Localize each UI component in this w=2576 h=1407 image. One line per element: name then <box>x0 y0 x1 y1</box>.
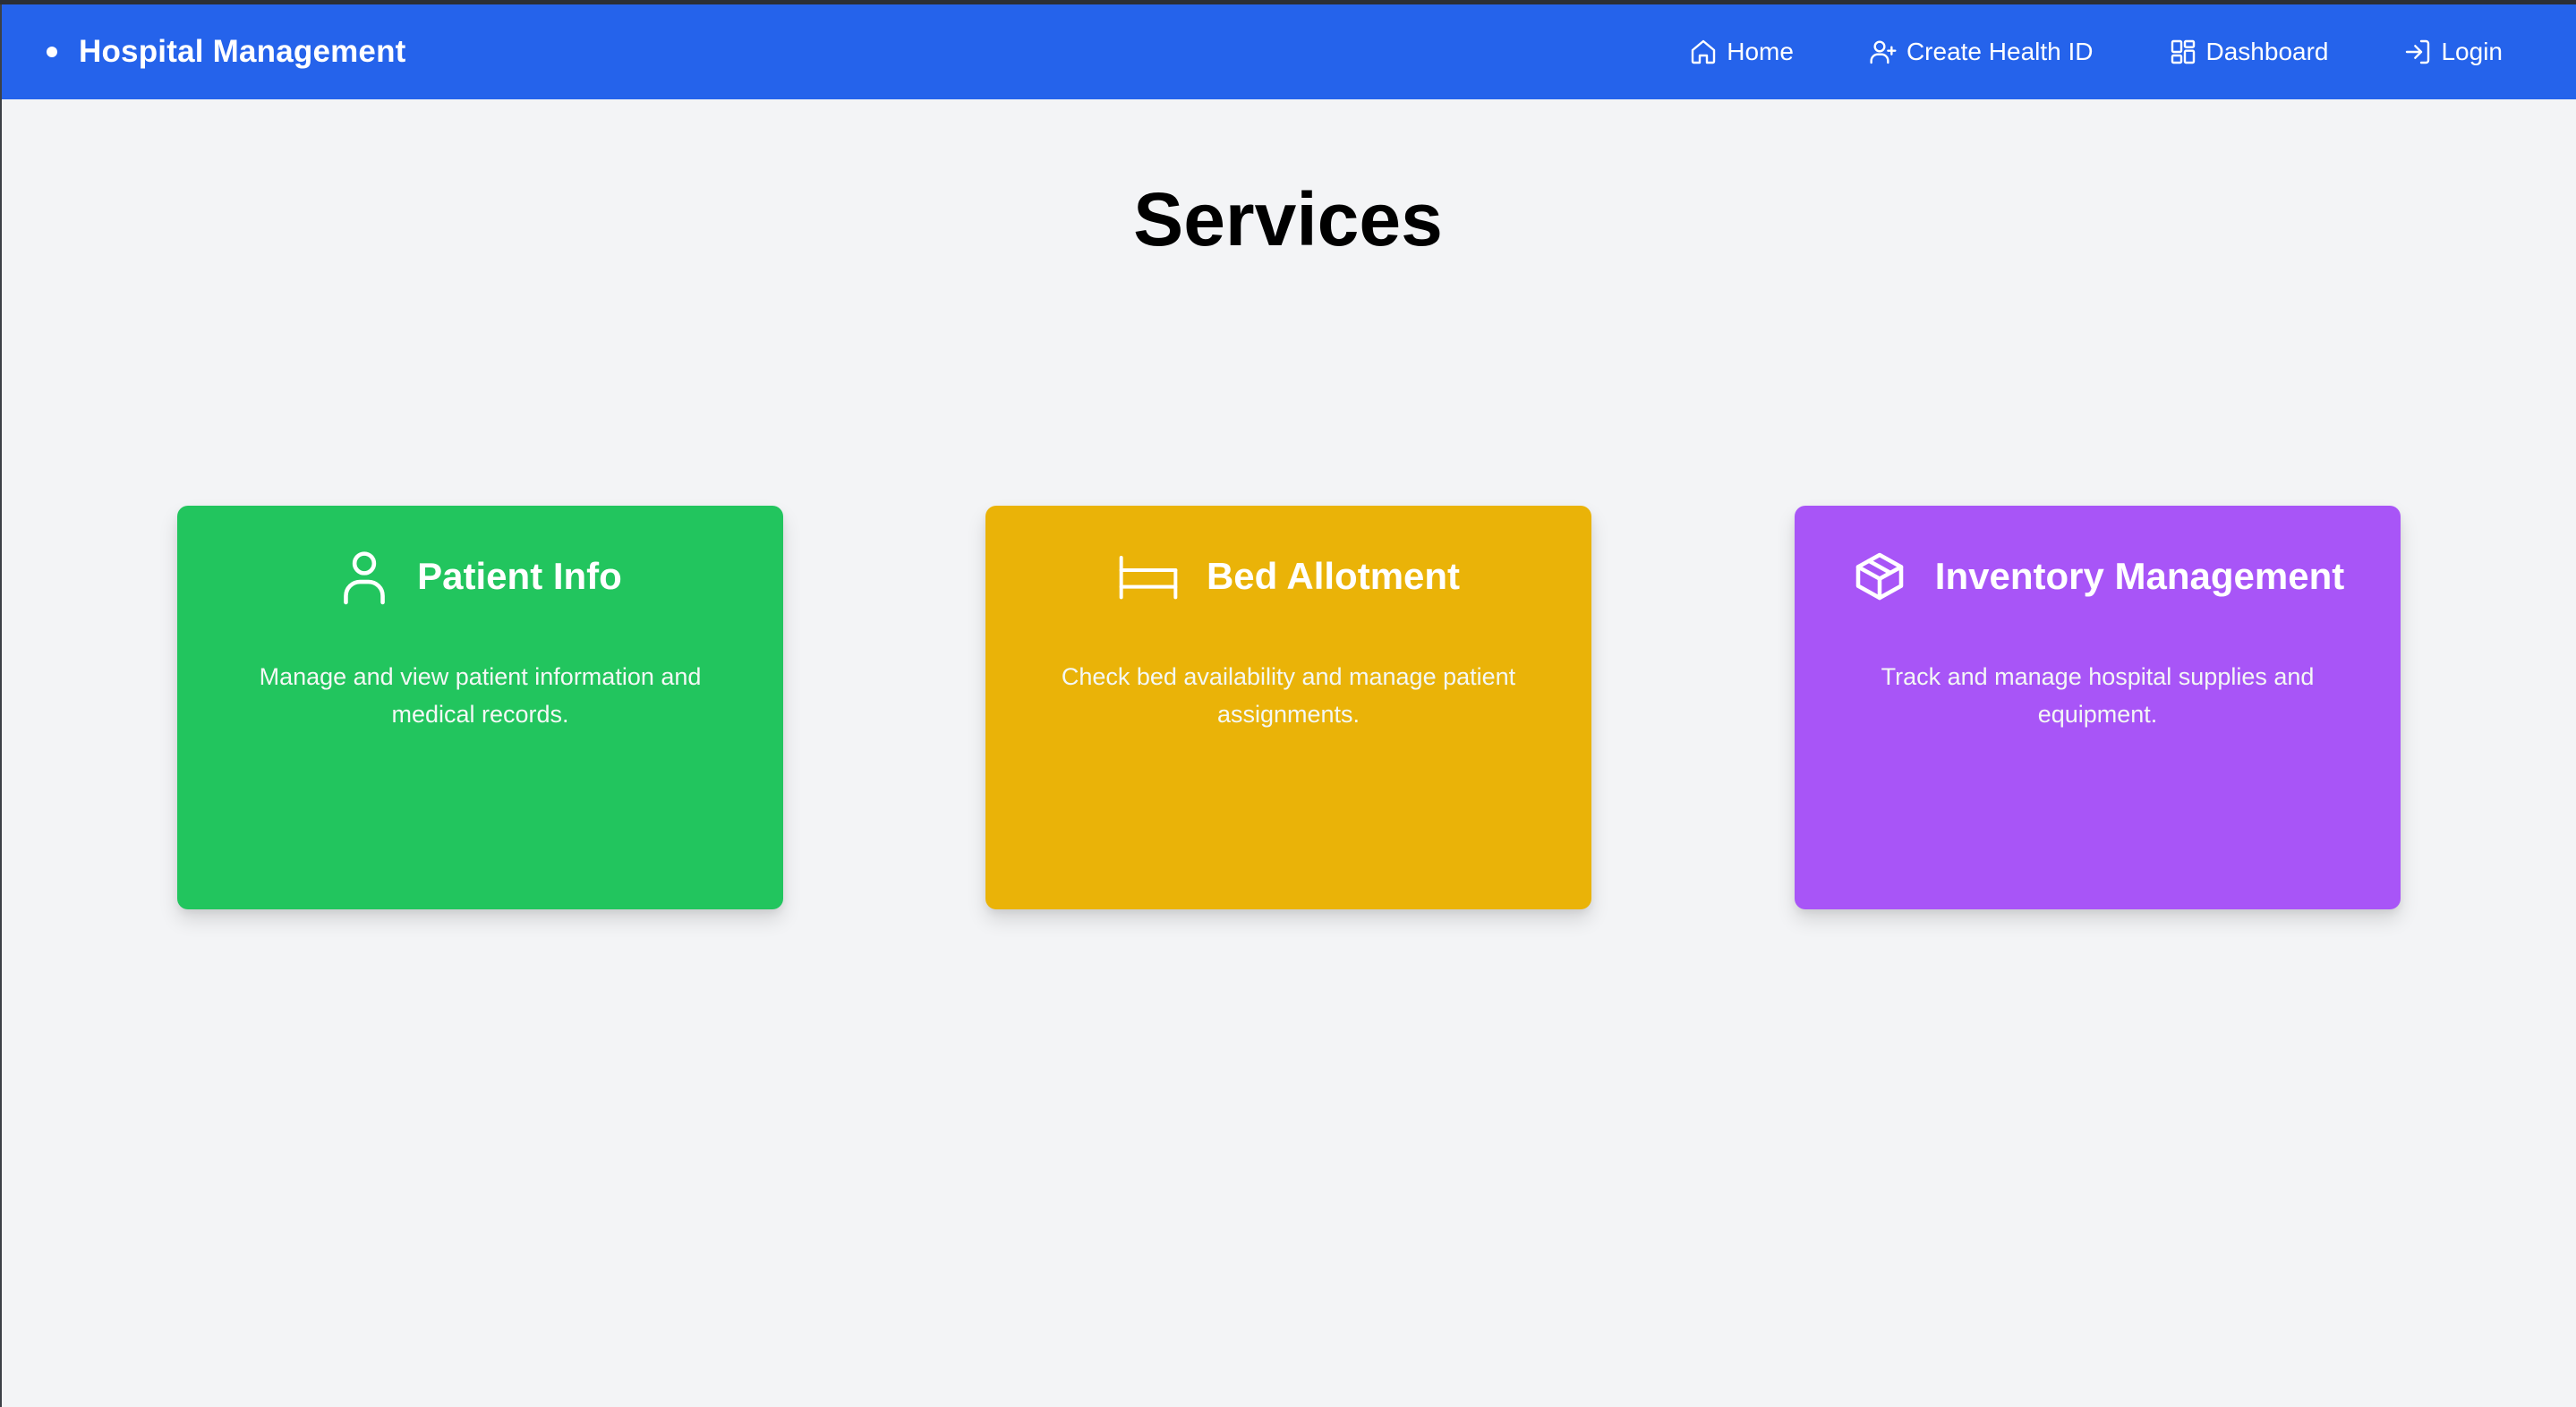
nav-link-dashboard[interactable]: Dashboard <box>2169 38 2329 66</box>
user-plus-icon <box>1869 38 1898 66</box>
user-icon <box>338 548 390 605</box>
layout-grid-icon <box>2169 38 2197 66</box>
card-description: Track and manage hospital supplies and e… <box>1881 663 2315 728</box>
card-title: Bed Allotment <box>1206 555 1461 597</box>
service-card-bed-allotment[interactable]: Bed Allotment Check bed availability and… <box>985 506 1591 909</box>
navbar: Hospital Management Home Create Health I… <box>0 4 2576 99</box>
home-icon <box>1689 38 1718 66</box>
brand-dot-icon <box>47 47 57 57</box>
card-description: Check bed availability and manage patien… <box>1061 663 1516 728</box>
brand[interactable]: Hospital Management <box>47 4 406 99</box>
card-description: Manage and view patient information and … <box>259 663 702 728</box>
card-header: Bed Allotment <box>985 543 1591 610</box>
service-card-inventory-management[interactable]: Inventory Management Track and manage ho… <box>1795 506 2401 909</box>
nav-link-label: Create Health ID <box>1906 38 2094 65</box>
page-title: Services <box>1133 177 1443 261</box>
package-icon <box>1851 548 1908 605</box>
nav-link-home[interactable]: Home <box>1689 38 1794 66</box>
brand-name: Hospital Management <box>79 34 406 69</box>
bed-icon <box>1117 550 1180 602</box>
log-in-icon <box>2403 38 2432 66</box>
nav-link-label: Home <box>1727 38 1794 65</box>
nav-link-label: Login <box>2441 38 2503 65</box>
nav-links: Home Create Health ID Dashboard Login <box>1689 4 2503 99</box>
nav-link-create-health-id[interactable]: Create Health ID <box>1869 38 2094 66</box>
nav-link-login[interactable]: Login <box>2403 38 2503 66</box>
card-title: Patient Info <box>417 555 622 597</box>
service-card-patient-info[interactable]: Patient Info Manage and view patient inf… <box>177 506 783 909</box>
card-title: Inventory Management <box>1934 555 2345 597</box>
card-header: Patient Info <box>177 543 783 610</box>
nav-link-label: Dashboard <box>2205 38 2329 65</box>
card-header: Inventory Management <box>1795 543 2401 610</box>
